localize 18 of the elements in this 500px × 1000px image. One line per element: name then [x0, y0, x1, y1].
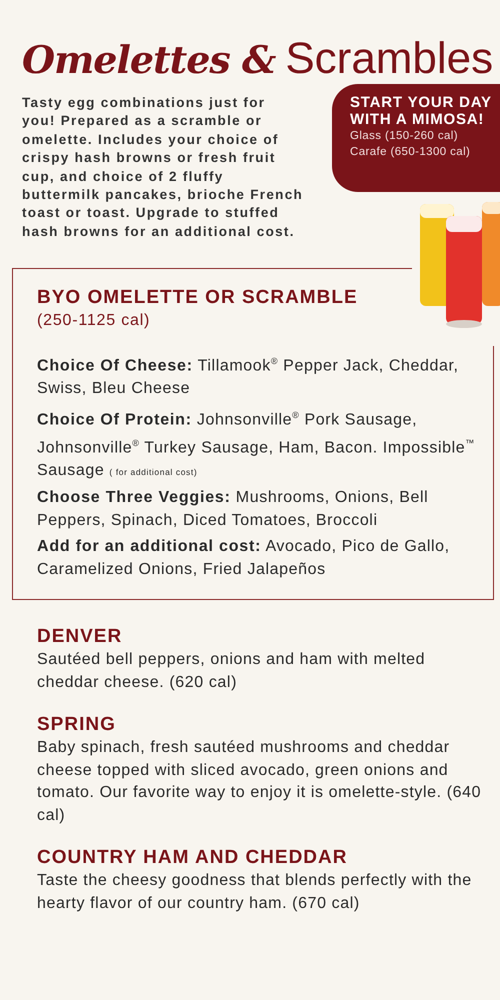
calorie-range: (250-1125 cal): [37, 312, 152, 330]
item-name: DENVER: [37, 626, 124, 648]
promo-line: Glass (150-260 cal): [350, 129, 459, 144]
item-description: Taste the cheesy goodness that blends perfectly with the hearty flavor of our country ham. (670 cal): [37, 871, 473, 914]
intro-text: Tasty egg combinations just for you! Prepared as a scramble or omelette. Includes your choice of crispy hash browns or fresh fruit cup, and choice of 2 fluffy buttermilk pancakes, brioche French toast or toast. Upgrade to stuffed hash browns for an additional cost.: [22, 94, 304, 241]
item-name: SPRING: [37, 714, 117, 736]
item-description: Baby spinach, fresh sautéed mushrooms and cheddar cheese topped with sliced avocado, green onions and tomato. Our favorite way to enjoy it is omelette-style. (640 cal): [37, 738, 482, 826]
promo-heading: START YOUR DAY WITH A MIMOSA!: [350, 94, 493, 128]
promo-line: Carafe (650-1300 cal): [350, 145, 472, 160]
option-text: Add for an additional cost: Avocado, Pico de Gallo, Caramelized Onions, Fried Jalapeños: [37, 537, 451, 580]
item-name: COUNTRY HAM AND CHEDDAR: [37, 847, 348, 870]
item-description: Sautéed bell peppers, onions and ham with melted cheddar cheese. (620 cal): [37, 650, 426, 693]
option-text: Choice Of Protein: Johnsonville$^{®}$ Pork Sausage, Johnsonville$^{®}$ Turkey Sausage, Ham, Bacon. Impossible$^{™}$ Sausage ( for additional cost): [37, 409, 476, 481]
option-text: Choose Three Veggies: Mushrooms, Onions, Bell Peppers, Spinach, Diced Tomatoes, Broccoli: [37, 488, 430, 531]
page-title: Scrambles: [285, 34, 494, 84]
section-title: BYO OMELETTE OR SCRAMBLE: [37, 287, 359, 309]
option-text: Choice Of Cheese: Tillamook$^{®}$ Pepper Jack, Cheddar, Swiss, Bleu Cheese: [37, 355, 460, 399]
title-script: Omelettes &: [22, 37, 276, 82]
